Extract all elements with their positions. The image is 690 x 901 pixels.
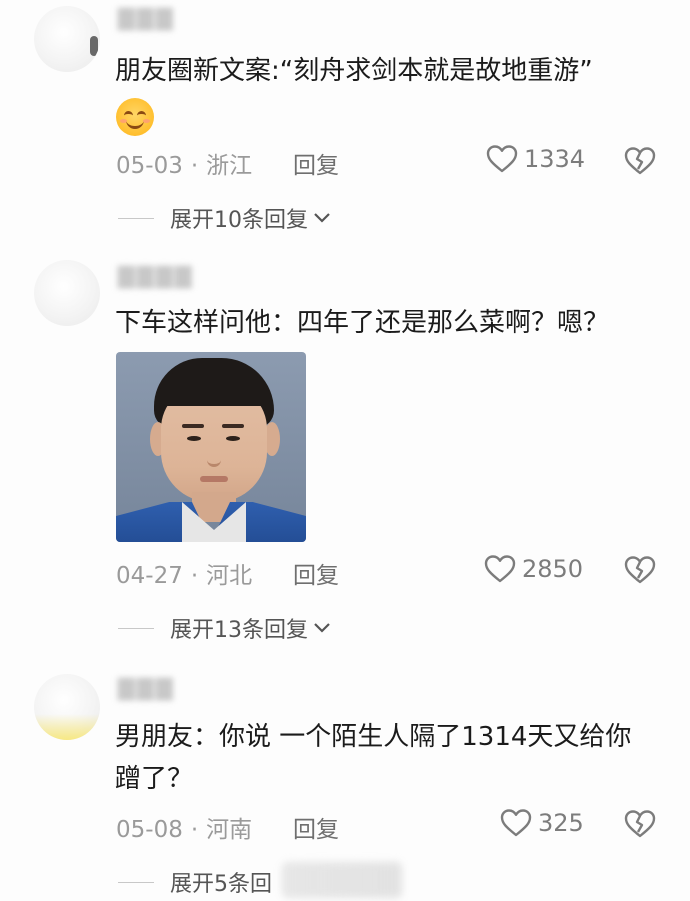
comment-text: 下车这样问他：四年了还是那么菜啊？嗯？ bbox=[115, 308, 610, 338]
comment-date: 05-03 bbox=[116, 153, 183, 179]
expand-replies-label: 展开13条回复 bbox=[170, 618, 308, 643]
like-count: 2850 bbox=[522, 555, 584, 583]
avatar-detail bbox=[34, 714, 100, 740]
divider bbox=[118, 627, 154, 629]
watermark-blur bbox=[282, 862, 402, 898]
comment-item: ▇▇▇ 朋友圈新文案:“刻舟求剑本就是故地重游” 05-03 · 浙江 回复 133… bbox=[0, 0, 690, 250]
username-blurred[interactable]: ▇▇▇ bbox=[118, 676, 175, 701]
chevron-down-icon bbox=[314, 213, 330, 223]
comment-location: 河北 bbox=[206, 563, 253, 589]
smiling-face-emoji bbox=[116, 98, 154, 136]
avatar[interactable] bbox=[34, 674, 100, 740]
comment-meta: 05-03 · 浙江 bbox=[116, 146, 252, 180]
comment-photo[interactable] bbox=[116, 352, 306, 542]
comment-meta: 04-27 · 河北 bbox=[116, 556, 252, 590]
comment-date: 05-08 bbox=[116, 817, 183, 843]
like-button[interactable]: 2850 bbox=[484, 554, 583, 584]
separator: · bbox=[190, 153, 199, 179]
expand-replies-button[interactable]: 展开10条回复 bbox=[118, 202, 332, 234]
like-button[interactable]: 1334 bbox=[486, 144, 585, 174]
like-count: 1334 bbox=[524, 145, 586, 173]
reply-button[interactable]: 回复 bbox=[293, 556, 339, 590]
broken-heart-icon[interactable] bbox=[624, 809, 656, 839]
chevron-down-icon bbox=[314, 623, 330, 633]
comment-meta: 05-08 · 河南 bbox=[116, 810, 252, 844]
like-button[interactable]: 325 bbox=[500, 808, 584, 838]
expand-replies-label: 展开5条回 bbox=[170, 872, 272, 897]
comment-item: ▇▇▇▇ 下车这样问他：四年了还是那么菜啊？嗯？ 04-27 · 河北 回复 285… bbox=[0, 250, 690, 660]
divider bbox=[118, 881, 154, 883]
comment-date: 04-27 bbox=[116, 563, 183, 589]
expand-replies-label: 展开10条回复 bbox=[170, 208, 308, 233]
separator: · bbox=[190, 817, 199, 843]
username-blurred[interactable]: ▇▇▇▇ bbox=[118, 264, 194, 289]
username-blurred[interactable]: ▇▇▇ bbox=[118, 6, 175, 31]
reply-button[interactable]: 回复 bbox=[293, 810, 339, 844]
comment-location: 浙江 bbox=[206, 153, 253, 179]
reply-button[interactable]: 回复 bbox=[293, 146, 339, 180]
expand-replies-button[interactable]: 展开5条回 bbox=[118, 866, 272, 898]
like-count: 325 bbox=[538, 809, 584, 837]
comment-location: 河南 bbox=[206, 817, 253, 843]
comment-text: 男朋友：你说 一个陌生人隔了1314天又给你蹭了？ bbox=[115, 722, 632, 794]
broken-heart-icon[interactable] bbox=[624, 146, 656, 176]
expand-replies-button[interactable]: 展开13条回复 bbox=[118, 612, 332, 644]
heart-outline-icon bbox=[486, 145, 518, 173]
divider bbox=[118, 217, 154, 219]
broken-heart-icon[interactable] bbox=[624, 555, 656, 585]
comment-text: 朋友圈新文案:“刻舟求剑本就是故地重游” bbox=[115, 56, 593, 86]
avatar[interactable] bbox=[34, 260, 100, 326]
avatar-detail bbox=[90, 36, 98, 56]
heart-outline-icon bbox=[484, 555, 516, 583]
heart-outline-icon bbox=[500, 809, 532, 837]
avatar[interactable] bbox=[34, 6, 100, 72]
separator: · bbox=[190, 563, 199, 589]
